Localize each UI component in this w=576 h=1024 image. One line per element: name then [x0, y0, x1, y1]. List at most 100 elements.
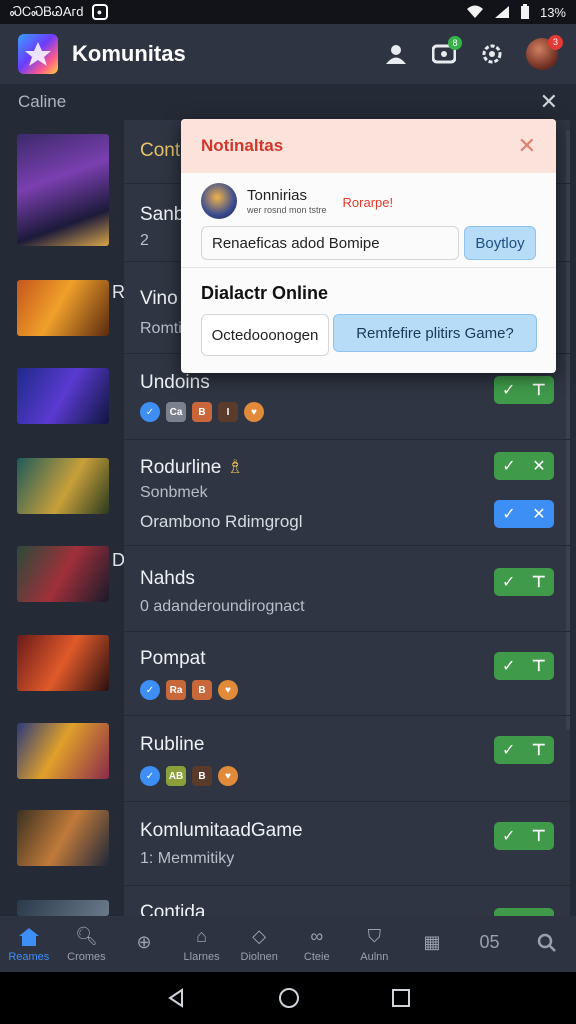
accept-decline-button[interactable]: ✓ ✕ [494, 452, 554, 480]
game-thumbnail[interactable] [17, 635, 109, 691]
nav-item-home[interactable]: Reames [0, 916, 58, 972]
status-left-text: ᏍᏟᏍᏴᏊAᴦd [10, 4, 84, 19]
nav-item-link[interactable]: ∞ Cteie [288, 916, 346, 972]
accept-decline-button[interactable]: ✓ ⊤ [494, 376, 554, 404]
home-button-icon[interactable] [278, 987, 300, 1009]
accept-decline-button[interactable]: ✓ ⊤ [494, 652, 554, 680]
settings-button[interactable] [478, 40, 506, 68]
calendar-icon: ▦ [423, 932, 441, 952]
accept-decline-button[interactable]: ✓ ✕ [494, 500, 554, 528]
modal-header: Notinaltas ✕ [181, 119, 556, 173]
check-icon: ✓ [501, 828, 516, 845]
chip: ♥ [244, 402, 264, 422]
profile-avatar[interactable]: 3 [526, 35, 563, 70]
app-notification-icon: ● [91, 4, 108, 20]
request-button[interactable]: Boytloy [464, 226, 536, 260]
tee-icon: ⊤ [531, 828, 546, 845]
chip: B [192, 402, 212, 422]
user-subtitle: wer rosnd mon tstre [247, 205, 327, 215]
battery-percent: 13% [539, 4, 566, 20]
secondary-button[interactable]: Octedooonogen [201, 314, 329, 356]
section-header: Caline ✕ [0, 84, 576, 120]
list-item[interactable]: KomlumitaadGame 1: Memmitiky ✓ ⊤ [124, 802, 570, 886]
game-thumbnail[interactable] [17, 368, 109, 424]
row-chips: ✓ Ra B ♥ [140, 680, 238, 700]
link-icon: ∞ [310, 926, 324, 946]
chip: ✓ [140, 766, 160, 786]
list-item[interactable]: Contida [124, 886, 570, 916]
row-title: Pompat [140, 648, 206, 669]
recents-icon[interactable] [392, 989, 410, 1007]
game-thumbnail[interactable] [17, 900, 109, 916]
user-avatar [201, 183, 237, 219]
chip: ♥ [218, 766, 238, 786]
nav-item-search[interactable]: 🔍︎ Cromes [58, 916, 116, 972]
back-icon[interactable] [166, 988, 186, 1008]
tee-icon: ⊤ [531, 574, 546, 591]
nav-label: Cteie [303, 950, 330, 963]
accept-decline-button[interactable]: ✓ ⊤ [494, 568, 554, 596]
text-icon: 05 [479, 932, 500, 952]
game-thumbnail[interactable] [17, 458, 109, 514]
wifi-icon [466, 5, 483, 18]
list-item[interactable]: Rubline ✓ AB B ♥ ✓ ⊤ [124, 716, 570, 802]
signal-icon [494, 6, 509, 18]
tee-icon: ⊤ [531, 658, 546, 675]
nav-item-diamond[interactable]: ◇ Diolnen [230, 916, 288, 972]
nav-item-number[interactable]: 05 [461, 916, 519, 972]
accept-decline-button[interactable] [494, 908, 554, 916]
user-name: Tonnirias [247, 187, 308, 204]
user-group-button[interactable] [382, 40, 410, 68]
battery-icon [520, 4, 529, 19]
messages-button[interactable]: 8 [430, 36, 462, 68]
row-title: Undoins [140, 372, 210, 393]
search-icon: 🔍︎ [74, 926, 98, 946]
accept-decline-button[interactable]: ✓ ⊤ [494, 822, 554, 850]
row-chips: ✓ AB B ♥ [140, 766, 238, 786]
diamond-icon: ◇ [252, 926, 267, 946]
nav-item-magnify[interactable] [518, 916, 576, 972]
game-thumbnail[interactable] [17, 723, 109, 779]
check-icon: ✓ [502, 458, 516, 475]
row-title: Sanb [140, 204, 185, 225]
chip: ✓ [140, 680, 160, 700]
app-title: Komunitas [72, 41, 186, 66]
game-thumbnail[interactable] [17, 280, 109, 336]
row-title: Vino [140, 288, 178, 309]
bookmark-icon: ⛉ [367, 926, 382, 946]
chip: I [218, 402, 238, 422]
close-icon: ✕ [532, 458, 546, 475]
nav-label: Aulnn [360, 950, 389, 963]
modal-user[interactable]: Tonnirias wer rosnd mon tstre Rorarpe! [201, 183, 393, 219]
list-item[interactable]: Rodurline ♗ Sonbmek Orambono Rdimgrogl ✓… [124, 440, 570, 546]
chip: AB [166, 766, 186, 786]
request-input[interactable]: Renaeficas adod Bomipe [201, 226, 459, 260]
row-title: Rubline [140, 734, 205, 755]
row-title: KomlumitaadGame [140, 820, 303, 841]
primary-button[interactable]: Remfefire plitirs Game? [333, 314, 537, 352]
nav-item-clock[interactable]: ⊕ [115, 916, 173, 972]
game-thumbnail[interactable] [17, 546, 109, 602]
modal-close-icon[interactable]: ✕ [518, 133, 536, 159]
row-chips: ✓ Ca B I ♥ [140, 402, 264, 422]
accept-decline-button[interactable]: ✓ ⊤ [494, 736, 554, 764]
user-tag: Rorarpe! [342, 195, 394, 210]
list-item[interactable]: Nahds 0 adanderoundirognact ✓ ⊤ [124, 546, 570, 632]
row-title: Rodurline ♗ [140, 457, 244, 478]
status-bar: ᏍᏟᏍᏴᏊAᴦd ● 13% [0, 0, 576, 24]
app-bar: Komunitas 8 3 [0, 24, 576, 84]
game-thumbnail[interactable] [17, 134, 109, 246]
check-icon: ✓ [501, 658, 516, 675]
list-item[interactable]: Pompat ✓ Ra B ♥ ✓ ⊤ [124, 632, 570, 716]
nav-item-bookmark[interactable]: ⛉ Aulnn [346, 916, 404, 972]
messages-badge: 8 [448, 36, 462, 50]
notifications-modal: Notinaltas ✕ Tonnirias wer rosnd mon tst… [181, 119, 556, 373]
row-sub: Romti [140, 320, 182, 337]
chip: Ra [166, 680, 186, 700]
section-close-icon[interactable]: ✕ [540, 89, 558, 115]
nav-item-games[interactable]: ⌂ Llarnes [173, 916, 231, 972]
section-title: Caline [18, 92, 67, 111]
users-icon [386, 45, 406, 64]
game-thumbnail[interactable] [17, 810, 109, 866]
nav-item-calendar[interactable]: ▦ [403, 916, 461, 972]
